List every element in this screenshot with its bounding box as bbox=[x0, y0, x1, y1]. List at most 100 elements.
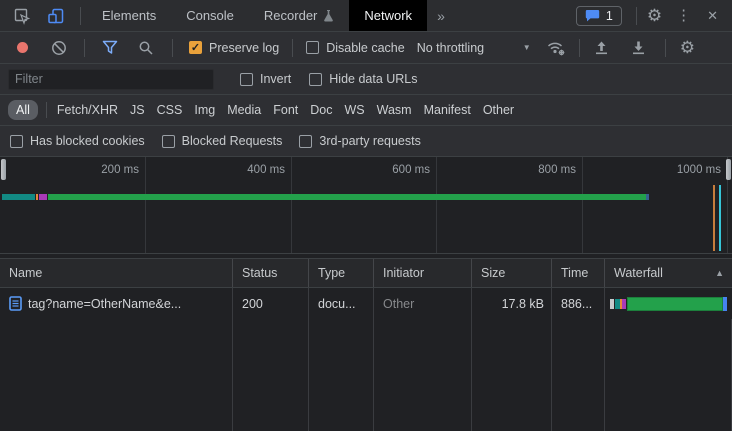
record-button[interactable] bbox=[17, 42, 28, 53]
settings-gear-icon[interactable]: ⚙ bbox=[647, 7, 662, 24]
issues-counter[interactable]: 1 bbox=[576, 6, 622, 26]
search-button[interactable] bbox=[136, 38, 156, 58]
clear-button[interactable] bbox=[49, 38, 69, 58]
timeline-tick-400ms: 400 ms bbox=[247, 164, 285, 176]
type-filter-other[interactable]: Other bbox=[483, 103, 514, 117]
column-label: Waterfall bbox=[614, 266, 663, 280]
timeline-right-handle[interactable] bbox=[726, 159, 731, 180]
overview-bar-orange bbox=[36, 194, 38, 200]
tab-console[interactable]: Console bbox=[171, 0, 249, 31]
blocked-requests-checkbox[interactable] bbox=[162, 135, 175, 148]
tab-recorder[interactable]: Recorder bbox=[249, 0, 349, 31]
type-filter-fetch-xhr[interactable]: Fetch/XHR bbox=[57, 103, 118, 117]
throttling-select[interactable]: No throttling ▼ bbox=[417, 41, 537, 55]
toolbar-divider bbox=[172, 39, 173, 57]
request-initiator-cell: Other bbox=[374, 288, 472, 319]
invert-checkbox[interactable] bbox=[240, 73, 253, 86]
empty-cell bbox=[605, 319, 732, 431]
import-har-button[interactable] bbox=[592, 38, 612, 58]
inspect-element-button[interactable] bbox=[12, 6, 32, 26]
column-label: Type bbox=[318, 266, 345, 280]
overview-bar-end-tick bbox=[646, 194, 649, 200]
filter-input[interactable] bbox=[8, 69, 214, 90]
type-filter-js[interactable]: JS bbox=[130, 103, 145, 117]
invert-label[interactable]: Invert bbox=[260, 72, 291, 86]
column-header-status[interactable]: Status bbox=[233, 259, 309, 287]
waterfall-ssl-segment bbox=[622, 299, 626, 309]
has-blocked-cookies-label[interactable]: Has blocked cookies bbox=[30, 134, 145, 148]
toolbar-divider bbox=[579, 39, 580, 57]
network-settings-gear-icon[interactable]: ⚙ bbox=[680, 39, 695, 56]
column-header-name[interactable]: Name bbox=[0, 259, 233, 287]
toolbar-divider bbox=[84, 39, 85, 57]
has-blocked-cookies-checkbox[interactable] bbox=[10, 135, 23, 148]
type-filter-img[interactable]: Img bbox=[194, 103, 215, 117]
request-type-cell: docu... bbox=[309, 288, 374, 319]
tab-elements[interactable]: Elements bbox=[87, 0, 171, 31]
inspect-cursor-icon bbox=[13, 7, 31, 25]
export-har-button[interactable] bbox=[629, 38, 649, 58]
request-time-cell: 886... bbox=[552, 288, 605, 319]
timeline-tick-200ms: 200 ms bbox=[101, 164, 139, 176]
type-filter-doc[interactable]: Doc bbox=[310, 103, 332, 117]
waterfall-queue-segment bbox=[610, 299, 614, 309]
close-icon[interactable]: ✕ bbox=[707, 9, 718, 22]
hide-data-urls-label[interactable]: Hide data URLs bbox=[329, 72, 417, 86]
column-header-time[interactable]: Time bbox=[552, 259, 605, 287]
type-filter-list: Fetch/XHR JS CSS Img Media Font Doc WS W… bbox=[57, 103, 514, 117]
preserve-log-checkbox[interactable]: ✓ bbox=[189, 41, 202, 54]
hide-data-urls-checkbox[interactable] bbox=[309, 73, 322, 86]
toolbar-divider bbox=[636, 7, 637, 25]
more-tabs-button[interactable]: » bbox=[427, 8, 455, 24]
column-header-type[interactable]: Type bbox=[309, 259, 374, 287]
search-icon bbox=[138, 40, 154, 56]
main-toolbar: Elements Console Recorder Network » 1 ⚙ … bbox=[0, 0, 732, 32]
filter-funnel-icon bbox=[102, 40, 118, 55]
tab-network[interactable]: Network bbox=[349, 0, 427, 31]
third-party-requests-label[interactable]: 3rd-party requests bbox=[319, 134, 420, 148]
toolbar-divider bbox=[46, 102, 47, 118]
column-label: Size bbox=[481, 266, 505, 280]
document-icon bbox=[9, 296, 22, 311]
request-name-cell: tag?name=OtherName&e... bbox=[0, 288, 233, 319]
third-party-requests-checkbox[interactable] bbox=[299, 135, 312, 148]
empty-cell bbox=[374, 319, 472, 431]
download-icon bbox=[631, 40, 646, 55]
timeline-gridline bbox=[291, 157, 292, 253]
devtools-window: Elements Console Recorder Network » 1 ⚙ … bbox=[0, 0, 732, 431]
type-filter-ws[interactable]: WS bbox=[344, 103, 364, 117]
column-label: Status bbox=[242, 266, 277, 280]
tab-label: Network bbox=[364, 0, 412, 31]
timeline-gridline bbox=[436, 157, 437, 253]
overview-bar-teal bbox=[2, 194, 35, 200]
toolbar-divider bbox=[292, 39, 293, 57]
request-row[interactable]: tag?name=OtherName&e... 200 docu... Othe… bbox=[0, 288, 732, 319]
device-toolbar-button[interactable] bbox=[46, 6, 66, 26]
toolbar-divider bbox=[80, 7, 81, 25]
more-options-icon[interactable]: ⋮ bbox=[676, 8, 691, 23]
disable-cache-label[interactable]: Disable cache bbox=[326, 41, 405, 55]
disable-cache-checkbox[interactable] bbox=[306, 41, 319, 54]
timeline-left-handle[interactable] bbox=[1, 159, 6, 180]
device-toolbar-icon bbox=[47, 7, 65, 25]
request-name: tag?name=OtherName&e... bbox=[28, 297, 181, 311]
type-filter-media[interactable]: Media bbox=[227, 103, 261, 117]
blocked-requests-label[interactable]: Blocked Requests bbox=[182, 134, 283, 148]
network-overview-timeline[interactable]: 200 ms 400 ms 600 ms 800 ms 1000 ms bbox=[0, 157, 732, 254]
timeline-gridline bbox=[145, 157, 146, 253]
type-filter-all[interactable]: All bbox=[8, 100, 38, 120]
filter-toggle-button[interactable] bbox=[100, 38, 120, 58]
type-filter-font[interactable]: Font bbox=[273, 103, 298, 117]
column-header-size[interactable]: Size bbox=[472, 259, 552, 287]
type-filter-css[interactable]: CSS bbox=[157, 103, 183, 117]
column-header-initiator[interactable]: Initiator bbox=[374, 259, 472, 287]
preserve-log-label[interactable]: Preserve log bbox=[209, 41, 279, 55]
issues-count: 1 bbox=[606, 9, 613, 23]
type-filter-manifest[interactable]: Manifest bbox=[424, 103, 471, 117]
type-filter-wasm[interactable]: Wasm bbox=[377, 103, 412, 117]
network-conditions-button[interactable] bbox=[547, 38, 567, 58]
network-toolbar: ✓ Preserve log Disable cache No throttli… bbox=[0, 32, 732, 64]
column-header-waterfall[interactable]: Waterfall ▲ bbox=[605, 259, 732, 287]
timeline-gridline bbox=[582, 157, 583, 253]
filter-bar: Invert Hide data URLs bbox=[0, 64, 732, 95]
